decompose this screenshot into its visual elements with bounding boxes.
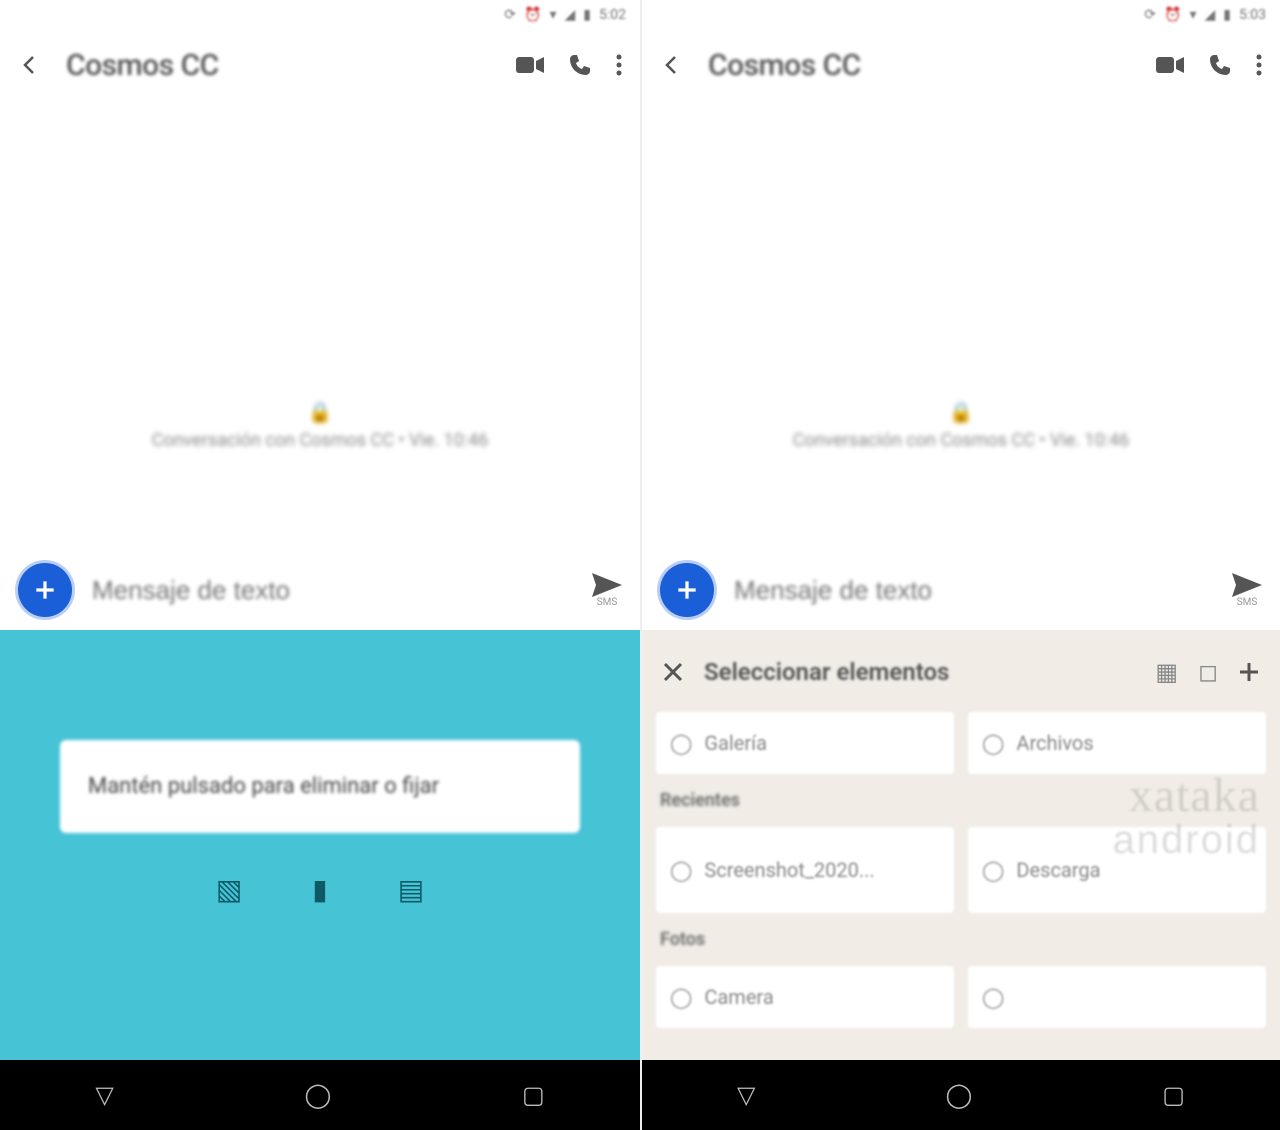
sync-icon: ⟳ bbox=[504, 7, 516, 23]
system-navbar: ▽ ◯ ▢ bbox=[642, 1060, 1280, 1130]
tile-label: Descarga bbox=[1016, 858, 1100, 882]
lock-icon: 🔒 bbox=[642, 400, 1280, 424]
send-button[interactable]: SMS bbox=[592, 573, 622, 608]
video-call-icon[interactable] bbox=[516, 55, 544, 75]
meta-text: Conversación con Cosmos CC • Vie. 10:46 bbox=[793, 430, 1130, 451]
tile-label: Screenshot_2020... bbox=[704, 858, 874, 882]
tile-row-photos: ◯ Camera ◯ bbox=[656, 966, 1266, 1028]
circle-icon: ◯ bbox=[670, 731, 692, 755]
chat-body: 🔒 Conversación con Cosmos CC • Vie. 10:4… bbox=[642, 100, 1280, 550]
signal-icon: ◢ bbox=[1205, 7, 1216, 23]
conversation-meta: 🔒 Conversación con Cosmos CC • Vie. 10:4… bbox=[642, 400, 1280, 451]
send-sub: SMS bbox=[1232, 597, 1262, 608]
conversation-meta: 🔒 Conversación con Cosmos CC • Vie. 10:4… bbox=[0, 400, 640, 451]
battery-icon: ▮ bbox=[583, 7, 591, 23]
clock-text: 5:02 bbox=[599, 7, 626, 23]
status-bar: ⟳ ⏰ ▾ ◢ ▮ 5:02 bbox=[0, 0, 640, 30]
nav-home-icon[interactable]: ◯ bbox=[304, 1081, 331, 1109]
tile-label: Camera bbox=[704, 985, 773, 1009]
contact-name[interactable]: Cosmos CC bbox=[708, 48, 1132, 83]
gallery-icon[interactable]: ▧ bbox=[216, 873, 242, 906]
send-button[interactable]: SMS bbox=[1232, 573, 1262, 608]
alarm-icon: ⏰ bbox=[1164, 7, 1181, 23]
back-icon[interactable] bbox=[18, 53, 42, 77]
close-icon[interactable] bbox=[662, 661, 684, 683]
phone-call-icon[interactable] bbox=[568, 53, 592, 77]
gif-icon[interactable]: ▮ bbox=[312, 873, 327, 906]
circle-icon: ◯ bbox=[982, 858, 1004, 882]
source-tile-files[interactable]: ◯ Archivos bbox=[968, 712, 1266, 774]
circle-icon: ◯ bbox=[982, 731, 1004, 755]
section-label-photos: Fotos bbox=[656, 923, 1266, 956]
more-icon[interactable] bbox=[1256, 53, 1262, 77]
attach-button[interactable] bbox=[660, 563, 714, 617]
circle-icon: ◯ bbox=[670, 985, 692, 1009]
nav-home-icon[interactable]: ◯ bbox=[945, 1081, 972, 1109]
system-navbar: ▽ ◯ ▢ bbox=[0, 1060, 640, 1130]
circle-icon: ◯ bbox=[670, 858, 692, 882]
hint-text: Mantén pulsado para eliminar o fijar bbox=[88, 774, 439, 799]
more-icon[interactable] bbox=[616, 53, 622, 77]
picker-title: Seleccionar elementos bbox=[704, 658, 1135, 686]
contact-name[interactable]: Cosmos CC bbox=[66, 48, 492, 83]
clock-text: 5:03 bbox=[1239, 7, 1266, 23]
phone-right: ⟳ ⏰ ▾ ◢ ▮ 5:03 Cosmos CC 🔒 Conversación … bbox=[640, 0, 1280, 1130]
chat-header: Cosmos CC bbox=[642, 30, 1280, 100]
meta-text: Conversación con Cosmos CC • Vie. 10:46 bbox=[152, 430, 489, 451]
grid-view-icon[interactable]: ▦ bbox=[1155, 658, 1178, 686]
attachment-drawer-hint: Mantén pulsado para eliminar o fijar ▧ ▮… bbox=[0, 630, 640, 1060]
message-input[interactable] bbox=[734, 575, 1212, 606]
chat-header: Cosmos CC bbox=[0, 30, 640, 100]
signal-icon: ◢ bbox=[565, 7, 576, 23]
message-input[interactable] bbox=[92, 575, 572, 606]
tile-label: Galería bbox=[704, 731, 767, 755]
file-tile[interactable]: ◯ Camera bbox=[656, 966, 954, 1028]
video-call-icon[interactable] bbox=[1156, 55, 1184, 75]
chat-body: 🔒 Conversación con Cosmos CC • Vie. 10:4… bbox=[0, 100, 640, 550]
attachment-picker: Seleccionar elementos ▦ ◻ ◯ Galería ◯ Ar… bbox=[642, 630, 1280, 1060]
send-sub: SMS bbox=[592, 597, 622, 608]
nav-back-icon[interactable]: ▽ bbox=[737, 1081, 755, 1109]
tile-row-recent: ◯ Screenshot_2020... ◯ Descarga bbox=[656, 827, 1266, 913]
add-icon[interactable] bbox=[1238, 661, 1260, 683]
hint-card: Mantén pulsado para eliminar o fijar bbox=[60, 740, 580, 833]
message-input-bar: SMS bbox=[642, 550, 1280, 630]
circle-icon: ◯ bbox=[982, 985, 1004, 1009]
sync-icon: ⟳ bbox=[1144, 7, 1156, 23]
nav-back-icon[interactable]: ▽ bbox=[95, 1081, 113, 1109]
message-input-bar: SMS bbox=[0, 550, 640, 630]
battery-icon: ▮ bbox=[1223, 7, 1231, 23]
file-tile[interactable]: ◯ Screenshot_2020... bbox=[656, 827, 954, 913]
phone-left: ⟳ ⏰ ▾ ◢ ▮ 5:02 Cosmos CC 🔒 Conversación … bbox=[0, 0, 640, 1130]
source-tile-gallery[interactable]: ◯ Galería bbox=[656, 712, 954, 774]
lock-icon: 🔒 bbox=[0, 400, 640, 424]
nav-recent-icon[interactable]: ▢ bbox=[1162, 1081, 1185, 1109]
phone-call-icon[interactable] bbox=[1208, 53, 1232, 77]
bookmark-icon[interactable]: ◻ bbox=[1198, 658, 1218, 686]
attach-button[interactable] bbox=[18, 563, 72, 617]
file-tile[interactable]: ◯ bbox=[968, 966, 1266, 1028]
section-label-recent: Recientes bbox=[656, 784, 1266, 817]
tile-label: Archivos bbox=[1016, 731, 1093, 755]
drawer-icon-row: ▧ ▮ ▤ bbox=[0, 873, 640, 906]
nav-recent-icon[interactable]: ▢ bbox=[522, 1081, 545, 1109]
file-tile[interactable]: ◯ Descarga bbox=[968, 827, 1266, 913]
wifi-icon: ▾ bbox=[549, 7, 556, 23]
alarm-icon: ⏰ bbox=[524, 7, 541, 23]
wifi-icon: ▾ bbox=[1189, 7, 1196, 23]
back-icon[interactable] bbox=[660, 53, 684, 77]
tile-row-sources: ◯ Galería ◯ Archivos bbox=[656, 712, 1266, 774]
status-bar: ⟳ ⏰ ▾ ◢ ▮ 5:03 bbox=[642, 0, 1280, 30]
sticker-icon[interactable]: ▤ bbox=[398, 873, 424, 906]
picker-header: Seleccionar elementos ▦ ◻ bbox=[656, 650, 1266, 702]
